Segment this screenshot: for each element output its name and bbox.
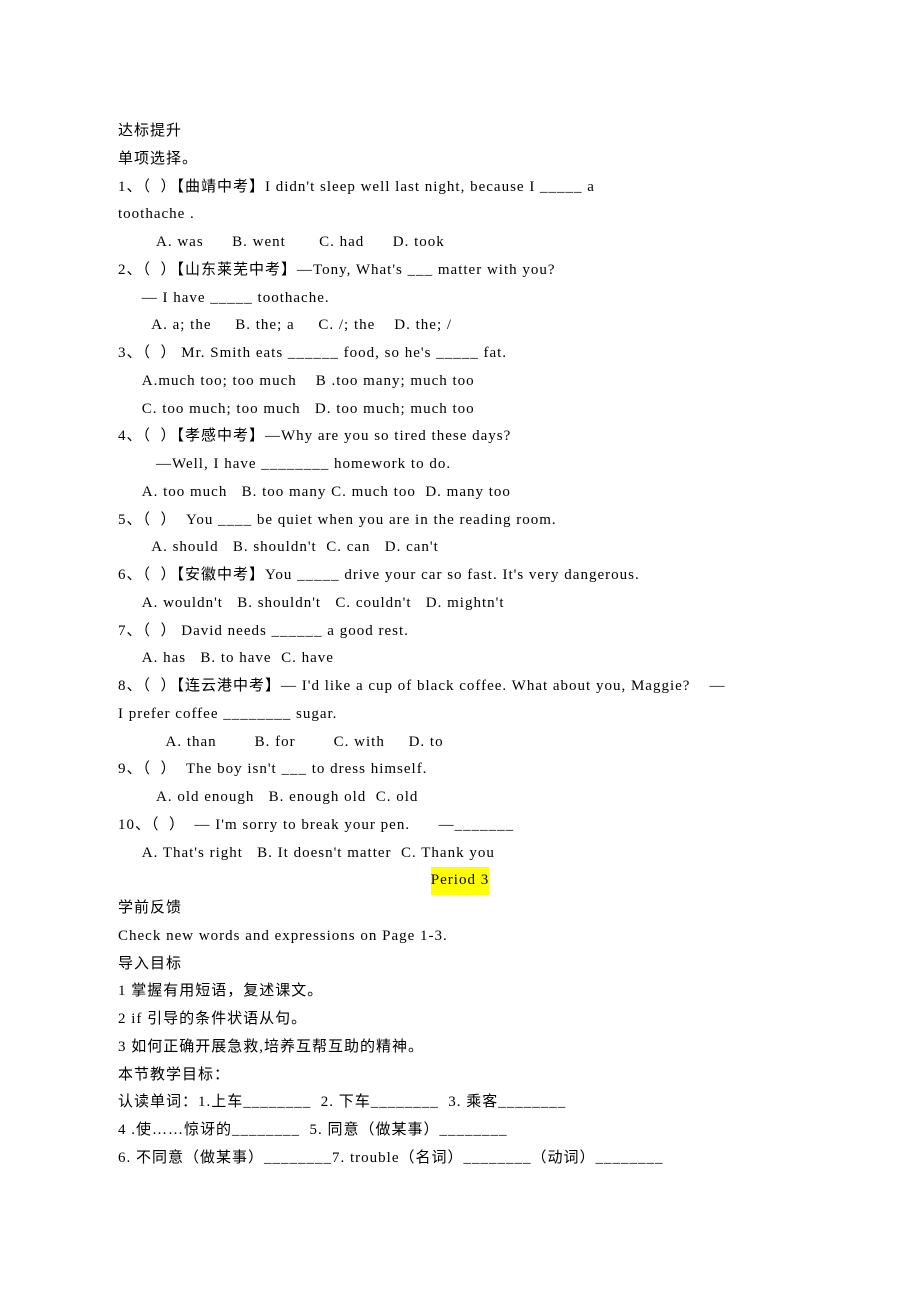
question-options: A. was B. went C. had D. took — [118, 229, 802, 257]
period-heading: Period 3 — [431, 867, 489, 895]
vocab-line: 认读单词：1.上车________ 2. 下车________ 3. 乘客___… — [118, 1089, 802, 1117]
question-options: A. too much B. too many C. much too D. m… — [118, 479, 802, 507]
vocab-line: 4 .使……惊讶的________ 5. 同意（做某事）________ — [118, 1117, 802, 1145]
question-stem: 9、（ ） The boy isn't ___ to dress himself… — [118, 756, 802, 784]
section-heading: 学前反馈 — [118, 895, 802, 923]
question-options: A. than B. for C. with D. to — [118, 729, 802, 757]
section-heading: 本节教学目标： — [118, 1062, 802, 1090]
subsection-title: 单项选择。 — [118, 146, 802, 174]
question-stem: 4、（ ）【孝感中考】—Why are you so tired these d… — [118, 423, 802, 451]
question-stem: I prefer coffee ________ sugar. — [118, 701, 802, 729]
vocab-line: 6. 不同意（做某事）________7. trouble（名词）_______… — [118, 1145, 802, 1173]
question-options: A. a; the B. the; a C. /; the D. the; / — [118, 312, 802, 340]
question-stem: 8、（ ）【连云港中考】— I'd like a cup of black co… — [118, 673, 802, 701]
question-stem: toothache . — [118, 201, 802, 229]
section-title: 达标提升 — [118, 118, 802, 146]
question-stem: 1、（ ）【曲靖中考】I didn't sleep well last nigh… — [118, 174, 802, 202]
question-options: A. should B. shouldn't C. can D. can't — [118, 534, 802, 562]
document-page: 达标提升 单项选择。 1、（ ）【曲靖中考】I didn't sleep wel… — [0, 0, 920, 1302]
section-heading: 导入目标 — [118, 951, 802, 979]
question-options: A.much too; too much B .too many; much t… — [118, 368, 802, 424]
question-options: A. old enough B. enough old C. old — [118, 784, 802, 812]
question-stem: 7、（ ） David needs ______ a good rest. — [118, 618, 802, 646]
instruction-line: Check new words and expressions on Page … — [118, 923, 802, 951]
question-stem: 3、（ ） Mr. Smith eats ______ food, so he'… — [118, 340, 802, 368]
question-options: A. has B. to have C. have — [118, 645, 802, 673]
question-stem: 5、（ ） You ____ be quiet when you are in … — [118, 507, 802, 535]
question-stem: 2、（ ）【山东莱芜中考】—Tony, What's ___ matter wi… — [118, 257, 802, 285]
question-options: A. wouldn't B. shouldn't C. couldn't D. … — [118, 590, 802, 618]
period-heading-row: Period 3 — [118, 867, 802, 895]
question-stem: 6、（ ）【安徽中考】You _____ drive your car so f… — [118, 562, 802, 590]
question-stem: —Well, I have ________ homework to do. — [118, 451, 802, 479]
goal-item: 1 掌握有用短语，复述课文。 — [118, 978, 802, 1006]
question-options: A. That's right B. It doesn't matter C. … — [118, 840, 802, 868]
question-stem: 10、（ ） — I'm sorry to break your pen. —_… — [118, 812, 802, 840]
question-stem: — I have _____ toothache. — [118, 285, 802, 313]
goal-item: 3 如何正确开展急救,培养互帮互助的精神。 — [118, 1034, 802, 1062]
goal-item: 2 if 引导的条件状语从句。 — [118, 1006, 802, 1034]
